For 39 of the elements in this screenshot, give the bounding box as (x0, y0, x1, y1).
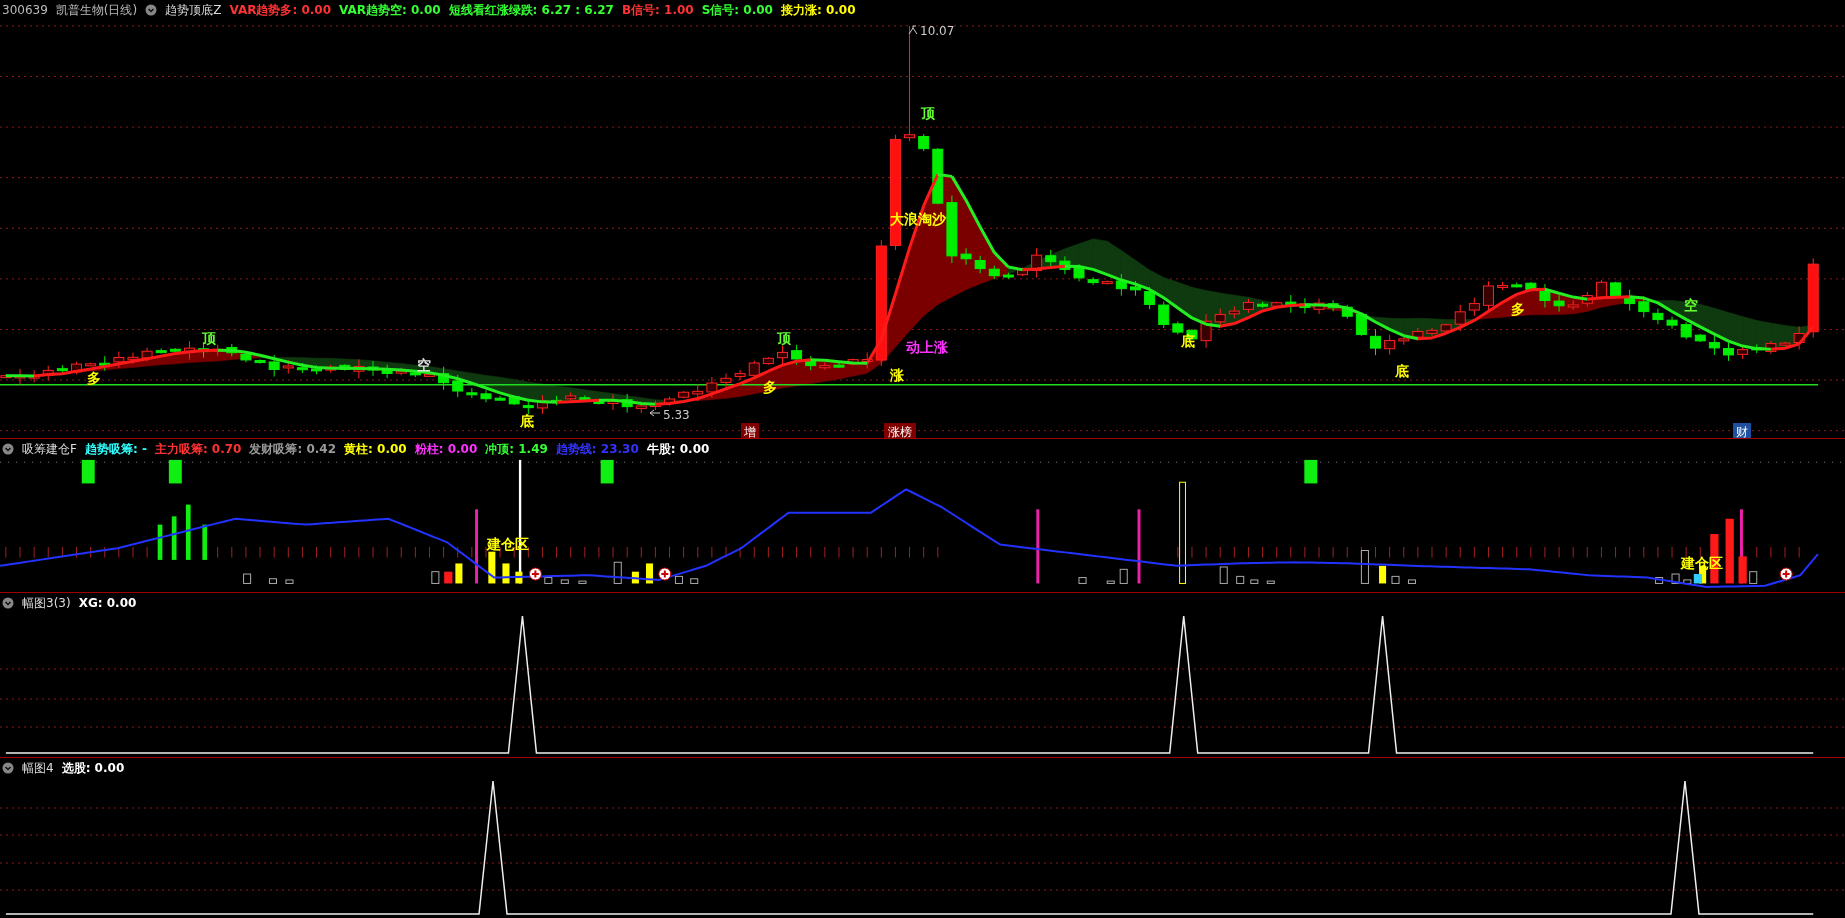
signal-label: 底 (1181, 333, 1195, 349)
signal-label: 涨 (890, 367, 904, 383)
signal-label: 动上涨 (906, 339, 948, 355)
indicator-name[interactable]: 吸筹建仓F (22, 440, 77, 458)
indicator-value: S信号: 0.00 (701, 1, 773, 19)
indicator-value: 粉柱: 0.00 (414, 440, 478, 458)
indicator-value: 黄柱: 0.00 (344, 440, 407, 458)
indicator-value: VAR趋势空: 0.00 (339, 1, 441, 19)
price-label: 10.07 (920, 23, 955, 38)
indicator-value: VAR趋势多: 0.00 (229, 1, 331, 19)
signal-label: 底 (520, 413, 534, 429)
indicator-name[interactable]: 幅图4 (22, 759, 54, 777)
stock-code: 300639 (2, 3, 48, 17)
indicator-value: B信号: 1.00 (621, 1, 694, 19)
indicator-value: 趋势线: 23.30 (555, 440, 639, 458)
indicator-value: 主力吸筹: 0.70 (154, 440, 242, 458)
signal-tag: 财 (1733, 423, 1751, 438)
signal-tag: 增 (741, 423, 759, 438)
indicator-value: 接力涨: 0.00 (780, 1, 856, 19)
signal-label: 空 (417, 357, 431, 373)
indicator-value: 趋势吸筹: - (84, 440, 147, 458)
signal-label: 底 (1395, 363, 1409, 379)
indicator-name[interactable]: 幅图3(3) (22, 594, 71, 612)
indicator-value: 牛股: 0.00 (646, 440, 710, 458)
stock-name: 凯普生物(日线) (55, 1, 138, 19)
indicator-value: 冲顶: 1.49 (485, 440, 548, 458)
signal-label: 多 (1511, 301, 1525, 317)
signal-tag: 涨榜 (884, 423, 916, 438)
signal-label: 顶 (202, 330, 216, 346)
signal-label: 顶 (777, 330, 791, 346)
indicator-name[interactable]: 趋势顶底Z (165, 1, 222, 19)
indicator-value: XG: 0.00 (78, 596, 137, 610)
signal-label: 空 (1684, 297, 1698, 313)
signal-label: 顶 (921, 105, 935, 121)
indicator-value: 选股: 0.00 (61, 759, 125, 777)
indicator-value: 发财吸筹: 0.42 (249, 440, 337, 458)
indicator-value: 短线看红涨绿跌: 6.27 : 6.27 (448, 1, 614, 19)
signal-label: 多 (87, 370, 101, 386)
price-label: 5.33 (663, 407, 690, 422)
